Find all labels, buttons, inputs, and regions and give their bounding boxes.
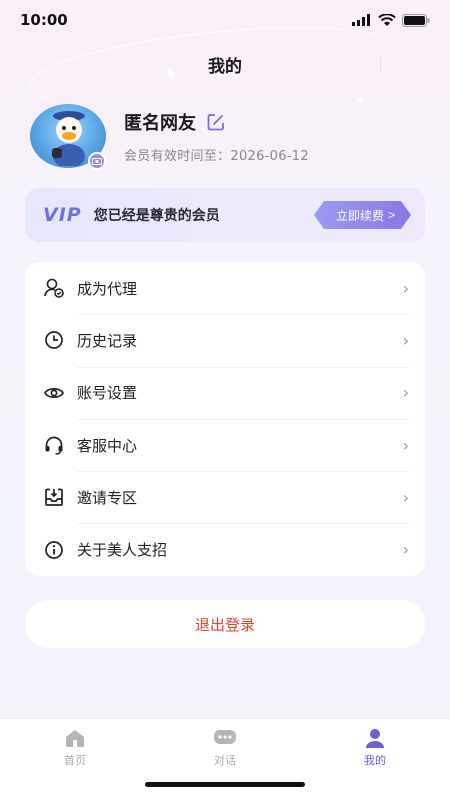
menu-item-customer-service[interactable]: 客服中心 › [25,418,425,471]
chevron-right-icon: › [402,278,409,298]
info-icon [43,539,65,561]
status-icons [352,13,430,27]
menu-item-about[interactable]: 关于美人支招 › [25,523,425,575]
tab-bar: 首页 对话 我的 [0,718,450,800]
menu-label: 账号设置 [77,384,138,403]
tab-label: 对话 [214,754,236,767]
renew-label: 立即续费 [335,208,384,223]
chat-icon [214,730,236,744]
eye-icon [43,382,65,404]
battery-icon [402,13,430,27]
tab-chat[interactable]: 对话 [185,727,265,800]
wifi-icon [378,13,396,26]
chevron-right-icon: › [402,330,409,350]
home-icon [66,730,84,747]
header-divider [380,57,381,73]
history-icon [43,329,65,351]
edit-icon[interactable] [206,112,226,132]
signal-icon [352,14,370,26]
tab-label: 首页 [64,754,86,767]
status-bar: 10:00 [0,0,450,40]
chevron-right-icon: › [402,487,409,507]
sparkle-icon: ✦ [356,94,367,108]
agent-icon [43,277,65,299]
chevron-right-icon: › [402,540,409,560]
username: 匿名网友 [124,112,196,134]
member-expiry: 会员有效时间至：2026-06-12 [124,148,309,164]
menu-item-history[interactable]: 历史记录 › [25,314,425,366]
menu-list: 成为代理 › 历史记录 › 账号设置 › 客服中心 › 邀请专区 › 关于美人支… [25,262,425,576]
menu-label: 历史记录 [77,331,138,350]
headset-icon [43,434,65,456]
chevron-right-icon: › [402,383,409,403]
menu-item-invite[interactable]: 邀请专区 › [25,471,425,523]
avatar[interactable] [30,104,106,170]
menu-item-agent[interactable]: 成为代理 › [25,262,425,314]
profile-section: 匿名网友 会员有效时间至：2026-06-12 [30,104,309,170]
menu-label: 邀请专区 [77,488,138,507]
vip-status-text: 您已经是尊贵的会员 [93,208,220,224]
page-title: 我的 [208,57,242,77]
status-time: 10:00 [20,11,68,29]
duck-avatar-icon [52,111,85,166]
home-indicator [145,782,305,787]
logout-button[interactable]: 退出登录 [25,600,425,648]
person-icon [366,729,384,748]
tab-home[interactable]: 首页 [35,727,115,800]
vip-logo: VIP [43,204,82,226]
camera-icon[interactable] [88,152,106,170]
menu-item-account-settings[interactable]: 账号设置 › [25,366,425,419]
menu-label: 成为代理 [77,279,138,298]
inbox-icon [43,486,65,508]
menu-label: 关于美人支招 [77,541,168,560]
vip-card: VIP 您已经是尊贵的会员 立即续费 > [25,188,425,242]
renew-button[interactable]: 立即续费 > [314,201,411,229]
tab-label: 我的 [364,754,386,767]
menu-label: 客服中心 [77,436,138,455]
chevron-right-icon: › [402,435,409,455]
tab-mine[interactable]: 我的 [335,727,415,800]
chevron-right-icon: > [387,208,395,222]
